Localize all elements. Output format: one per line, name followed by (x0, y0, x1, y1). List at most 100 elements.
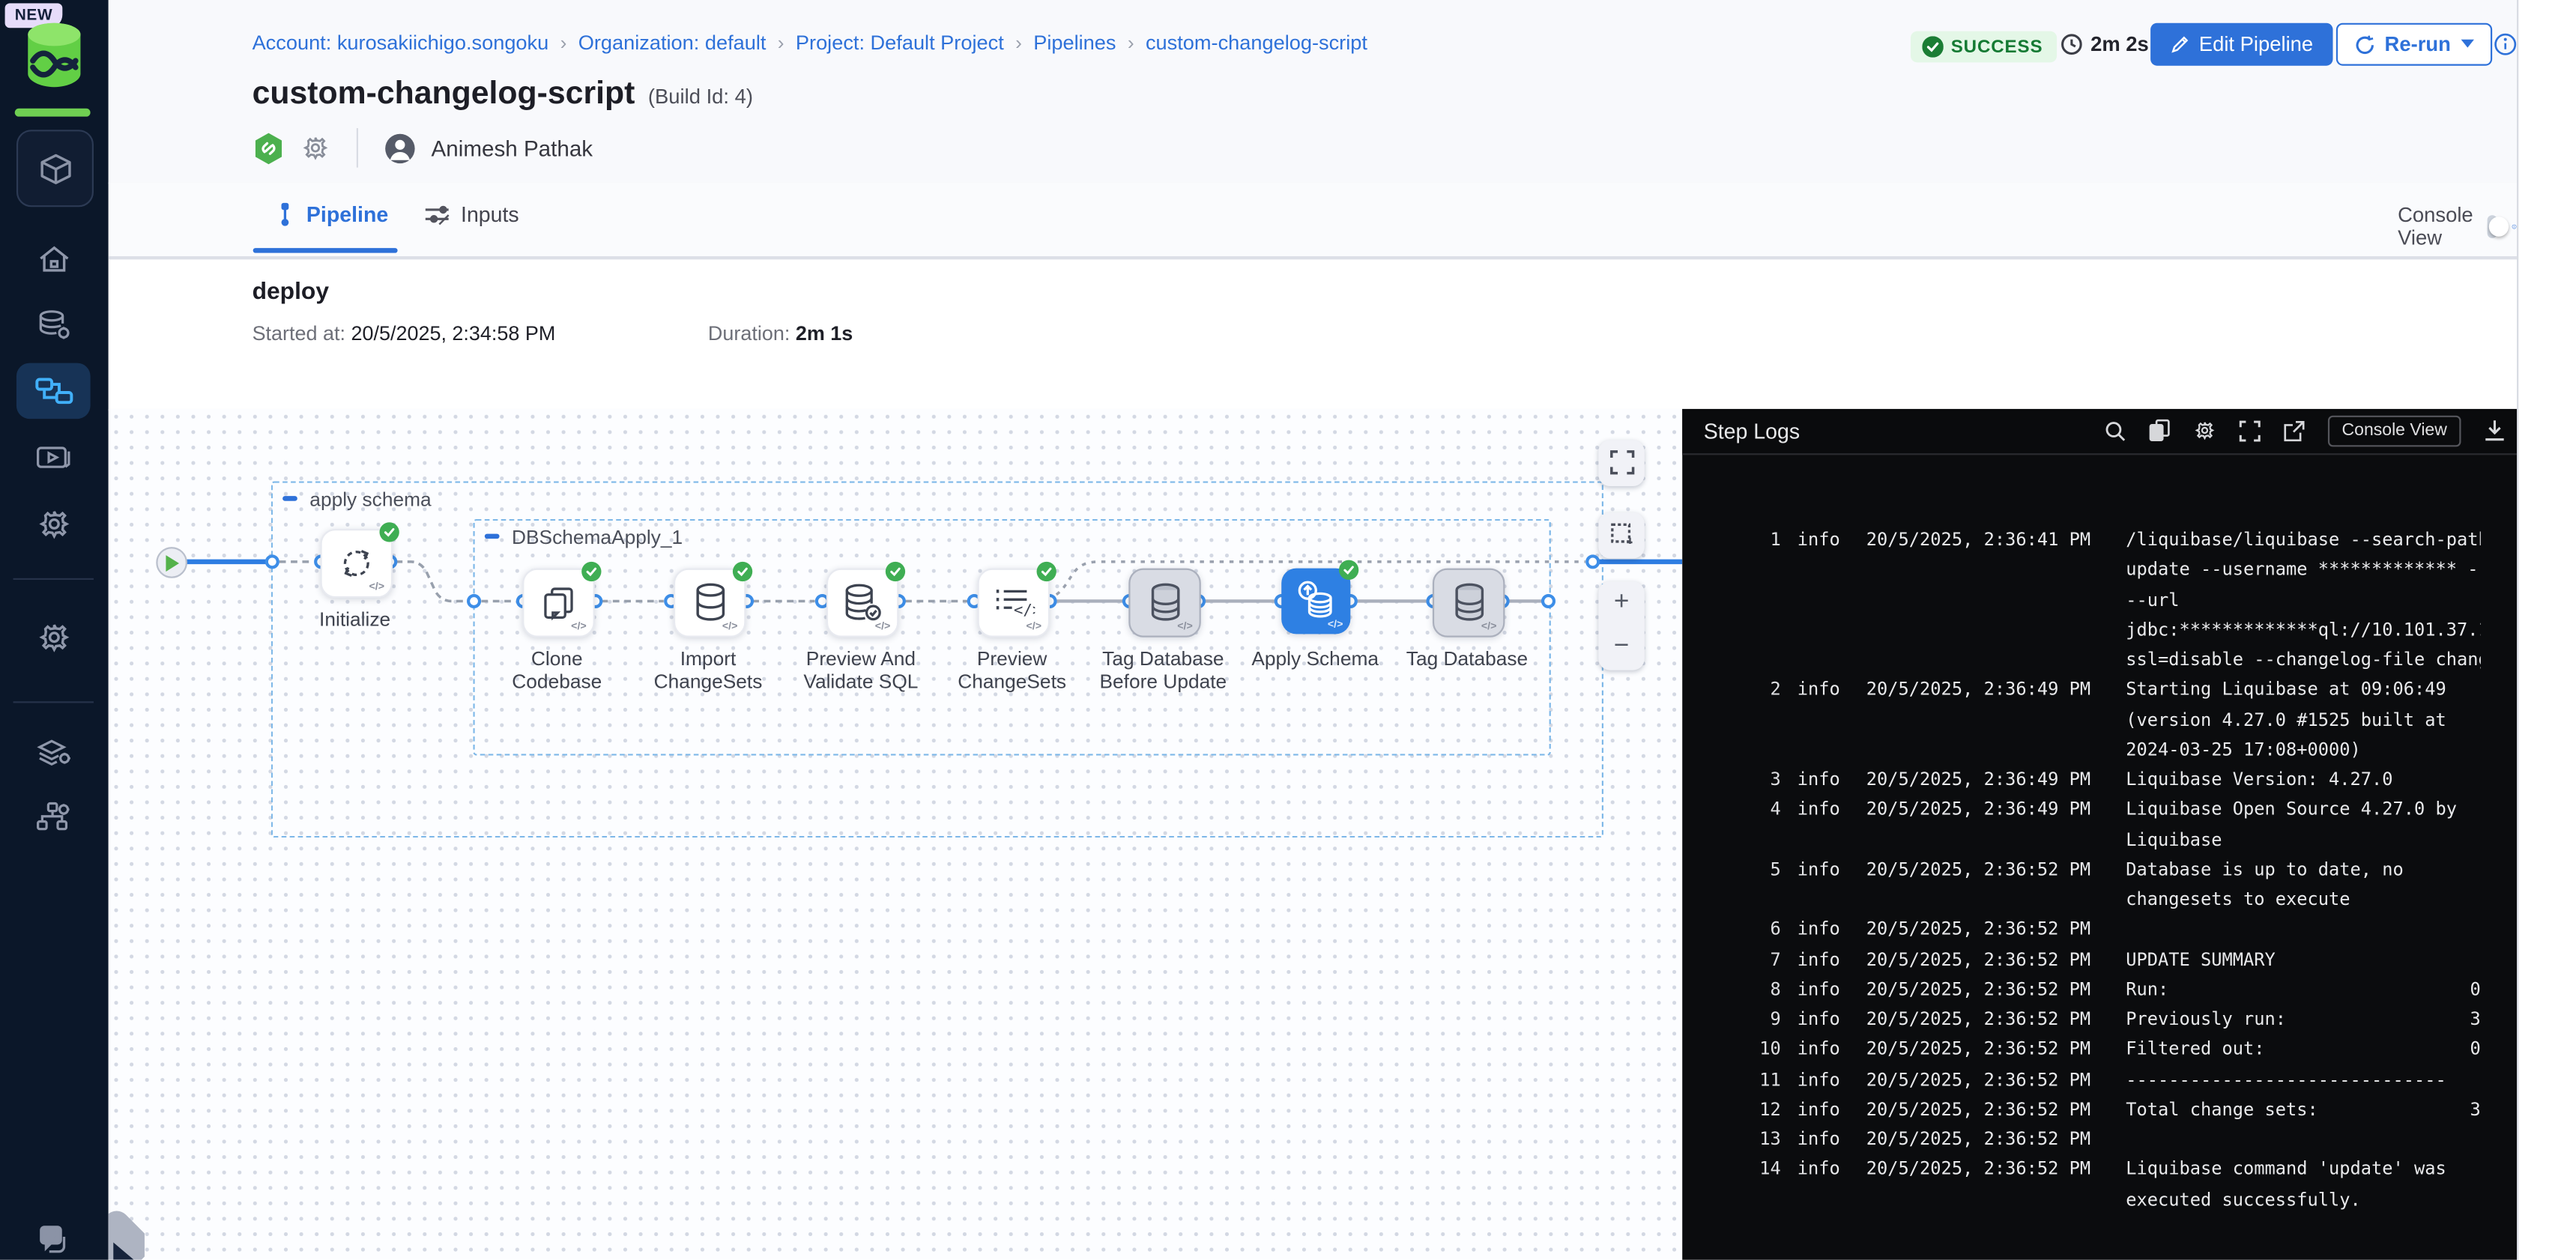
fit-view-button[interactable] (1598, 440, 1644, 485)
pipeline-start-node[interactable] (155, 547, 187, 578)
breadcrumb-link[interactable]: Organization: default (578, 31, 767, 55)
step-logs-toolbar: Console View (2105, 415, 2505, 446)
step-node-import-changesets[interactable]: </> (674, 568, 746, 637)
step-node-tag-database[interactable]: </> (1433, 568, 1505, 637)
page-header: Account: kurosakiichigo.songoku › Organiza… (108, 0, 2516, 183)
log-level: info (1798, 1095, 1840, 1125)
svg-text:</>: </> (1014, 600, 1035, 618)
zoom-in-button[interactable]: + (1598, 581, 1644, 625)
breadcrumb-link[interactable]: custom-changelog-script (1146, 31, 1367, 55)
copy-icon[interactable] (2150, 419, 2171, 442)
breadcrumb-link[interactable]: Project: Default Project (796, 31, 1004, 55)
chevron-down-icon (2461, 40, 2474, 49)
author-name: Animesh Pathak (432, 136, 593, 160)
log-timestamp: 20/5/2025, 2:36:52 PM (1866, 1065, 2090, 1095)
edge-port[interactable] (266, 555, 277, 566)
fullscreen-icon[interactable] (2240, 420, 2262, 441)
log-line-number: 11 (1718, 1065, 1780, 1095)
database-gear-icon (34, 307, 72, 343)
edge-port[interactable] (468, 595, 479, 606)
avatar (384, 133, 415, 164)
log-line-number: 10 (1718, 1035, 1780, 1065)
pipeline-canvas[interactable]: apply schema DBSchemaApply_1 (108, 408, 1683, 1260)
log-message: Database is up to date, no (2126, 855, 2481, 885)
step-node-apply-schema[interactable]: </> (1281, 568, 1349, 634)
sidebar-item-project-settings[interactable] (16, 609, 91, 665)
sidebar-item-stage-settings[interactable] (16, 496, 91, 552)
build-id: (Build Id: 4) (648, 85, 753, 109)
check-circle-icon (1921, 36, 1943, 58)
download-icon[interactable] (2483, 419, 2505, 442)
success-check-icon (733, 561, 752, 581)
log-row: --url (1682, 586, 2508, 616)
edge-port[interactable] (816, 595, 827, 606)
external-link-icon[interactable] (2285, 420, 2306, 441)
log-message: ------------------------------ (2126, 1065, 2481, 1095)
breadcrumb-separator: › (560, 31, 567, 55)
log-message: Starting Liquibase at 09:06:49 (2126, 676, 2481, 706)
help-chat-icon[interactable]: ? (36, 1222, 72, 1258)
breadcrumb-link[interactable]: Pipelines (1033, 31, 1116, 55)
tab-inputs[interactable]: Inputs (423, 202, 519, 226)
pipeline-meta-row: Animesh Pathak (253, 130, 593, 166)
canvas-corner-handle[interactable] (108, 1211, 144, 1260)
log-message: ssl=disable --changelog-file changelo (2126, 646, 2481, 676)
step-node-clone-codebase[interactable]: </> (522, 568, 594, 637)
log-row: 3info20/5/2025, 2:36:49 PMLiquibase Vers… (1682, 766, 2508, 796)
step-label-clone-codebase: CloneCodebase (478, 646, 635, 692)
app-window: NEW ? (0, 0, 2576, 1260)
console-view-label: Console View (2398, 203, 2473, 249)
log-level: info (1798, 855, 1840, 885)
edit-pipeline-button[interactable]: Edit Pipeline (2150, 23, 2332, 66)
step-node-preview-and-validate-sql[interactable]: </> (826, 568, 898, 637)
log-level: info (1798, 915, 1840, 945)
log-line-number: 12 (1718, 1095, 1780, 1125)
sidebar-item-layers-settings[interactable] (16, 724, 91, 781)
edge-port[interactable] (1586, 555, 1597, 566)
edge-port[interactable] (1542, 595, 1553, 606)
log-row: 2info20/5/2025, 2:36:49 PMStarting Liqui… (1682, 676, 2508, 706)
sidebar-item-module-selector[interactable] (16, 130, 94, 207)
console-view-toggle[interactable] (2488, 214, 2497, 237)
step-label-preview-and-validate-sql: Preview AndValidate SQL (782, 646, 940, 692)
breadcrumb-link[interactable]: Account: kurosakiichigo.songoku (253, 31, 549, 55)
codebase-status-icon[interactable] (253, 130, 284, 165)
marquee-icon (1609, 522, 1634, 547)
executions-icon (34, 442, 72, 475)
log-message: /liquibase/liquibase --search-path db (2126, 526, 2481, 556)
code-template-icon: </> (1026, 620, 1041, 631)
step-node-tag-database-before-update[interactable]: </> (1128, 568, 1200, 637)
log-timestamp: 20/5/2025, 2:36:41 PM (1866, 526, 2090, 556)
step-logs-body[interactable]: 1info20/5/2025, 2:36:41 PM/liquibase/liq… (1682, 453, 2516, 1260)
product-logo[interactable] (18, 18, 90, 94)
log-message: UPDATE SUMMARY (2126, 945, 2481, 975)
pipeline-settings-gear-icon[interactable] (300, 133, 329, 163)
sidebar-item-databases[interactable] (16, 297, 91, 354)
console-view-button[interactable]: Console View (2329, 415, 2460, 446)
log-line-number: 3 (1718, 766, 1780, 796)
log-timestamp: 20/5/2025, 2:36:52 PM (1866, 1035, 2090, 1065)
right-rail (2516, 0, 2576, 1260)
cube-icon (35, 148, 75, 188)
log-line-number: 13 (1718, 1125, 1780, 1155)
status-badge: SUCCESS (1910, 31, 2058, 63)
step-node-preview-changesets[interactable]: </> </> (978, 568, 1050, 637)
rerun-button[interactable]: Re-run (2335, 23, 2492, 66)
sidebar-item-executions[interactable] (16, 430, 91, 486)
log-timestamp: 20/5/2025, 2:36:49 PM (1866, 796, 2090, 826)
svg-text:?: ? (46, 1229, 55, 1245)
info-icon[interactable] (2493, 33, 2516, 56)
log-row: 4info20/5/2025, 2:36:49 PMLiquibase Open… (1682, 796, 2508, 826)
step-node-initialize[interactable]: </> (321, 528, 393, 597)
search-icon[interactable] (2105, 420, 2127, 441)
sidebar-item-home[interactable] (16, 231, 91, 288)
fullscreen-icon (1609, 450, 1634, 475)
stage-name: deploy (253, 279, 329, 305)
sidebar-item-org-settings[interactable] (16, 788, 91, 844)
log-row: 11info20/5/2025, 2:36:52 PM-------------… (1682, 1065, 2508, 1095)
gear-icon[interactable] (2194, 419, 2217, 442)
zoom-out-button[interactable]: − (1598, 625, 1644, 669)
marquee-select-button[interactable] (1598, 512, 1644, 557)
sidebar-item-pipelines[interactable] (16, 363, 91, 420)
tab-pipeline[interactable]: Pipeline (273, 202, 388, 226)
